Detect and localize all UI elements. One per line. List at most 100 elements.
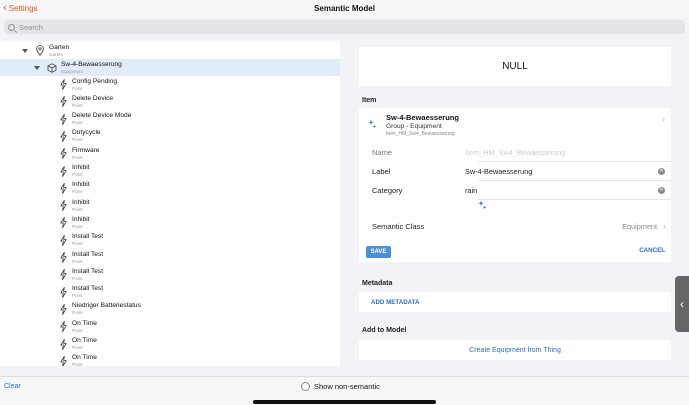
tree-node-point[interactable]: Inhibit Point [0,214,340,231]
category-field[interactable]: Category rain ✕ [359,181,671,199]
lightning-bolt-icon [59,200,67,212]
bottom-toolbar: Clear Show non-semantic [0,376,689,405]
tree-node-sublabel: Point [72,154,83,160]
tree-node-sublabel: Point [72,102,83,108]
tree-node-sublabel: Point [72,172,83,177]
tree-node-sublabel: Point [72,241,83,247]
tree-node-point[interactable]: Config Pending Point [0,76,340,93]
lightning-bolt-icon [59,182,67,194]
label-field[interactable]: Label Sw-4-Bewaesserung ✕ [359,162,671,180]
label-input[interactable]: Sw-4-Bewaesserung [465,167,671,176]
tree-node-label: Inhibit [72,215,90,223]
tree-node-point[interactable]: Inhibit Point [0,163,340,180]
lightning-bolt-icon [59,321,67,333]
tree-node-point[interactable]: Install Test Point [0,266,340,283]
tree-node-location[interactable]: Garten Garten [0,42,340,59]
expand-caret-icon[interactable] [34,65,40,70]
lightning-bolt-icon [59,286,67,298]
home-indicator [253,400,436,404]
radio-icon[interactable] [301,382,310,391]
tree-node-sublabel: Point [72,206,83,212]
tree-node-label: Inhibit [72,181,90,189]
tree-node-sublabel: Equipment [61,68,83,74]
lightning-bolt-icon [59,96,67,108]
category-input[interactable]: rain [465,186,671,195]
name-field: Name Item_HM_Sw4_Bewaesserung [359,143,671,161]
item-card: Sw-4-Bewaesserung Group - Equipment Item… [359,108,671,262]
tree-node-point[interactable]: Install Test Point [0,284,340,301]
show-nonsemantic-label: Show non-semantic [314,382,380,391]
cube-icon [47,62,57,74]
lightning-bolt-icon [59,113,67,125]
tree-node-point[interactable]: Install Test Point [0,249,340,266]
tree-node-label: Config Pending [72,77,118,85]
clear-icon[interactable]: ✕ [658,186,665,194]
name-input: Item_HM_Sw4_Bewaesserung [465,147,566,157]
tree-node-equipment[interactable]: Sw-4-Bewaesserung Equipment [0,59,340,76]
tree-node-label: On Time [72,354,97,362]
lightning-bolt-icon [59,79,67,91]
label-field-label: Label [372,166,391,176]
tree-node-label: Inhibit [72,198,90,206]
tree-node-sublabel: Point [72,137,83,143]
panel-toggle-tab[interactable]: ‹ [675,276,689,332]
clear-button[interactable]: Clear [4,383,21,390]
name-field-label: Name [372,147,393,157]
tree-node-point[interactable]: Dutycycle Point [0,128,340,145]
item-state: NULL [502,61,528,72]
section-header-metadata: Metadata [362,280,393,287]
tree-node-sublabel: Point [72,327,83,333]
tree-node-point[interactable]: Inhibit Point [0,197,340,214]
add-metadata-label: ADD METADATA [371,298,420,306]
tree-node-sublabel: Point [72,258,83,264]
tree-node-label: Firmware [72,146,100,154]
tree-node-sublabel: Point [72,293,83,299]
tree-node-sublabel: Point [72,189,83,195]
expand-caret-icon[interactable] [22,48,28,53]
semantic-class-field[interactable]: Semantic Class Equipment › [359,217,671,235]
tree-node-point[interactable]: Install Test Point [0,232,340,249]
create-equipment-label: Create Equipment from Thing [469,346,561,354]
cancel-button[interactable]: CANCEL [639,247,665,254]
chevron-right-icon: › [662,114,665,124]
clear-icon[interactable]: ✕ [658,167,665,175]
tree-node-sublabel: Point [72,362,83,366]
tree-node-point[interactable]: On Time Point [0,318,340,335]
tree-node-point[interactable]: Delete Device Mode Point [0,111,340,128]
item-name: Sw-4-Bewaesserung [386,112,459,122]
tree-node-point[interactable]: Inhibit Point [0,180,340,197]
lightning-bolt-icon [59,217,67,229]
create-equipment-button[interactable]: Create Equipment from Thing [359,340,671,360]
sparkle-icon [359,119,386,130]
navigation-bar: ‹ Settings Semantic Model [0,0,689,18]
tree-node-point[interactable]: On Time Point [0,336,340,353]
page-title: Semantic Model [314,4,375,13]
search-input[interactable]: Search [4,20,685,34]
item-internal-name: Item_HM_Sw4_Bewaesserung [386,130,455,137]
tree-node-label: On Time [72,337,97,344]
save-button[interactable]: SAVE [366,246,391,258]
tree-node-point[interactable]: Delete Device Point [0,93,340,110]
tree-node-point[interactable]: On Time Point [0,353,340,366]
tree-node-point[interactable]: Firmware Point [0,145,340,162]
item-header[interactable]: Sw-4-Bewaesserung Group - Equipment Item… [359,108,671,141]
semantic-class-label: Semantic Class [372,221,425,231]
lightning-bolt-icon [59,165,67,177]
category-preview-icon [478,200,487,213]
search-placeholder: Search [19,22,43,32]
tree-node-label: Delete Device Mode [72,112,132,120]
tree-node-point[interactable]: Niedriger Batteriestatus Point [0,301,340,318]
tree-node-sublabel: Point [72,120,83,126]
chevron-right-icon: › [663,221,666,231]
lightning-bolt-icon [59,303,67,315]
lightning-bolt-icon [59,269,67,281]
tree-node-label: Niedriger Batteriestatus [72,302,141,310]
show-nonsemantic-toggle[interactable]: Show non-semantic [301,382,380,391]
lightning-bolt-icon [59,252,67,264]
lightning-bolt-icon [59,355,67,366]
tree-node-sublabel: Point [72,275,83,281]
add-metadata-button[interactable]: ADD METADATA [359,292,671,312]
search-icon [8,23,15,31]
tree-node-label: Install Test [72,233,104,241]
tree-node-label: Sw-4-Bewaesserung [61,60,122,68]
